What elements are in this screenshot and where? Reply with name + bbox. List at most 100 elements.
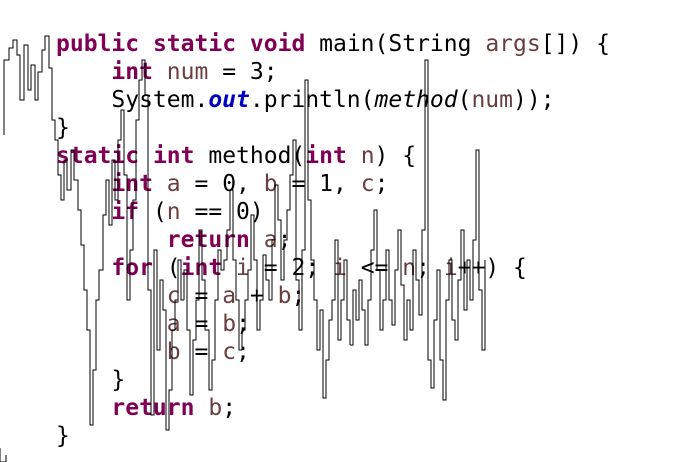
code-text: ( <box>152 255 181 281</box>
variable-token: n <box>360 143 375 169</box>
code-line: System.out.println(method(num)); <box>56 86 610 114</box>
field-token: out <box>208 87 250 113</box>
variable-token: b <box>263 171 278 197</box>
code-text: + <box>236 283 278 309</box>
code-text: = 1, <box>277 171 361 197</box>
code-line: static int method(int n) { <box>56 142 610 170</box>
variable-token: c <box>222 339 237 365</box>
variable-token: b <box>166 339 181 365</box>
variable-token: n <box>166 199 181 225</box>
keyword-token: static <box>56 143 140 169</box>
variable-token: a <box>263 227 278 253</box>
variable-token: n <box>402 255 417 281</box>
variable-token: num <box>166 59 209 85</box>
code-line: public static void main(String args[]) { <box>56 30 610 58</box>
code-line: if (n == 0) <box>56 198 610 226</box>
code-line: b = c; <box>56 338 610 366</box>
code-text: } <box>56 115 70 141</box>
keyword-token: int <box>305 143 347 169</box>
variable-token: a <box>166 311 181 337</box>
code-line: return a; <box>56 226 610 254</box>
code-line: a = b; <box>56 310 610 338</box>
variable-token: b <box>208 395 223 421</box>
keyword-token: static <box>152 31 237 57</box>
code-line: int a = 0, b = 1, c; <box>56 170 610 198</box>
keyword-token: int <box>111 171 153 197</box>
code-text: } <box>56 423 70 449</box>
code-line: c = a + b; <box>56 282 610 310</box>
code-text: ( <box>139 199 167 225</box>
code-text: ; <box>222 395 237 421</box>
code-text: ; <box>374 171 389 197</box>
keyword-token: return <box>166 227 250 253</box>
code-text: method( <box>194 143 306 169</box>
keyword-token: int <box>111 59 153 85</box>
code-text: main(String <box>305 31 486 57</box>
variable-token: c <box>166 283 181 309</box>
code-line: int num = 3; <box>56 58 610 86</box>
variable-token: args <box>485 31 541 57</box>
code-line: return b; <box>56 394 610 422</box>
code-text: ; <box>291 283 306 309</box>
scribble-stroke-tail <box>0 448 7 462</box>
code-text: <= <box>346 255 403 281</box>
variable-token: num <box>471 87 513 113</box>
keyword-token: int <box>152 143 195 169</box>
code-line: } <box>56 114 610 142</box>
variable-token: c <box>360 171 375 197</box>
code-text: = <box>180 339 223 365</box>
code-text: } <box>56 367 126 393</box>
code-text: ; <box>236 339 250 365</box>
code-text: = 2; <box>249 255 333 281</box>
code-line: for (int i = 2; i <= n; i++) { <box>56 254 610 282</box>
keyword-token: void <box>249 31 306 57</box>
code-text: = <box>180 283 223 309</box>
variable-token: i <box>443 255 458 281</box>
variable-token: i <box>333 255 347 281</box>
variable-token: b <box>222 311 237 337</box>
code-text: = <box>180 311 223 337</box>
keyword-token: return <box>111 395 195 421</box>
method-call-token: method <box>374 87 458 113</box>
variable-token: i <box>236 255 250 281</box>
code-text: = 3; <box>208 59 278 85</box>
code-text: ; <box>277 227 292 253</box>
keyword-token: if <box>111 199 140 225</box>
code-text: System. <box>56 87 209 113</box>
code-text: .println( <box>249 87 375 113</box>
code-text: = 0, <box>180 171 264 197</box>
code-text: ++) { <box>457 255 527 281</box>
code-text: ; <box>236 311 250 337</box>
keyword-token: int <box>180 255 223 281</box>
code-text: ( <box>457 87 472 113</box>
keyword-token: for <box>111 255 153 281</box>
code-text: ) { <box>374 143 417 169</box>
code-line: } <box>56 422 610 450</box>
keyword-token: public <box>56 31 140 57</box>
variable-token: b <box>277 283 292 309</box>
code-text: []) { <box>540 31 610 57</box>
code-line: } <box>56 366 610 394</box>
variable-token: a <box>166 171 181 197</box>
code-text: == 0) <box>180 199 264 225</box>
variable-token: a <box>222 283 237 309</box>
code-editor[interactable]: public static void main(String args[]) {… <box>56 30 610 450</box>
